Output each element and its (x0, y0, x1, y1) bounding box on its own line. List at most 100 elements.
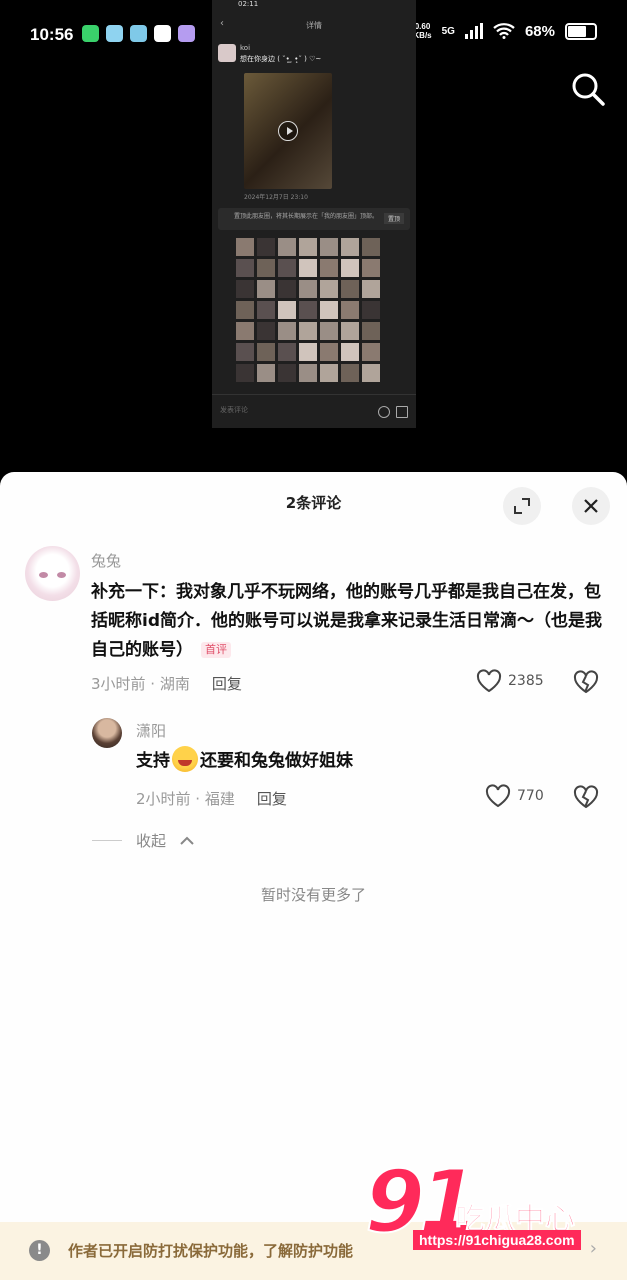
comment-time-location: 3小时前 · 湖南 (91, 675, 190, 693)
embedded-avatar-thumb (278, 343, 296, 361)
warning-icon: ! (29, 1240, 50, 1261)
embedded-avatar-thumb (299, 364, 317, 382)
collapse-label: 收起 (136, 832, 167, 850)
image-icon (396, 406, 408, 418)
wifi-icon (493, 23, 515, 39)
like-count: 2385 (508, 673, 544, 689)
embedded-avatar-thumb (278, 322, 296, 340)
emoji-icon (378, 406, 390, 418)
notification-icons (82, 25, 195, 42)
like-button[interactable]: 2385 (476, 669, 544, 693)
close-icon (584, 499, 598, 513)
embedded-avatar-thumb (362, 301, 380, 319)
embedded-avatar-thumb (278, 280, 296, 298)
embedded-avatar-thumb (341, 343, 359, 361)
net-speed: 0.60 KB/s (413, 22, 432, 40)
comment-author[interactable]: 兔兔 (91, 550, 121, 571)
signal-icon (464, 23, 483, 39)
battery-icon (565, 22, 597, 40)
embedded-avatar-thumb (257, 322, 275, 340)
like-count: 770 (517, 788, 544, 804)
app-notification-icon (154, 25, 171, 42)
embedded-avatar-thumb (362, 280, 380, 298)
embedded-avatar-thumb (257, 238, 275, 256)
divider (92, 840, 122, 841)
embedded-avatar-thumb (257, 343, 275, 361)
collapse-replies-button[interactable]: 收起 (92, 830, 194, 851)
embedded-avatar-thumb (320, 364, 338, 382)
laughing-emoji-icon (172, 746, 198, 772)
embedded-avatar-thumb (299, 301, 317, 319)
embedded-avatar-thumb (341, 280, 359, 298)
battery-percent: 68% (524, 22, 555, 40)
play-icon (278, 121, 298, 141)
embedded-date: 2024年12月7日 23:10 (244, 194, 308, 201)
network-type: 5G (441, 25, 455, 37)
expand-icon (514, 498, 530, 514)
embedded-avatar-thumb (278, 364, 296, 382)
banner-text[interactable]: 作者已开启防打扰保护功能，了解防护功能 (68, 1240, 353, 1261)
embedded-avatar-thumb (299, 238, 317, 256)
comment-meta: 2小时前 · 福建 回复 (136, 788, 287, 809)
comment-author[interactable]: 潇阳 (136, 720, 166, 741)
embedded-message: 想在你身边 ( ˘•̥ ̫ •̥˘ ) ♡~ (240, 55, 322, 63)
watermark-url: https://91chigua28.com (413, 1230, 581, 1250)
post-image[interactable]: 02:11 ‹ 详情 koi 想在你身边 ( ˘•̥ ̫ •̥˘ ) ♡~ 20… (212, 0, 416, 428)
search-icon[interactable] (569, 70, 607, 108)
avatar[interactable] (25, 546, 80, 601)
embedded-avatar-thumb (278, 238, 296, 256)
app-notification-icon (82, 25, 99, 42)
dislike-icon[interactable] (573, 785, 599, 809)
embedded-avatar-thumb (320, 280, 338, 298)
embedded-avatar-thumb (299, 280, 317, 298)
embedded-avatar-thumb (299, 322, 317, 340)
embedded-avatar-thumb (341, 259, 359, 277)
comment-meta: 3小时前 · 湖南 回复 (91, 673, 242, 694)
comment-text: 支持 还要和兔兔做好姐妹 (136, 746, 353, 776)
like-button[interactable]: 770 (485, 784, 544, 808)
chevron-up-icon (180, 836, 194, 845)
embedded-time: 02:11 (238, 0, 259, 8)
avatar[interactable] (92, 718, 122, 748)
embedded-avatar-thumb (236, 238, 254, 256)
embedded-avatar-thumb (236, 259, 254, 277)
comment-sheet: 2条评论 兔兔 补充一下：我对象几乎不玩网络，他的账号几乎都是我自己在发，包括昵… (0, 472, 627, 1280)
embedded-avatar-thumb (341, 364, 359, 382)
embedded-avatar-thumb (257, 259, 275, 277)
embedded-comment-input: 发表评论 (212, 394, 416, 428)
app-notification-icon (178, 25, 195, 42)
embedded-avatar-thumb (320, 322, 338, 340)
embedded-avatar-thumb (362, 364, 380, 382)
embedded-avatar-thumb (236, 301, 254, 319)
embedded-video (244, 73, 332, 189)
app-notification-icon (130, 25, 147, 42)
heart-icon (485, 784, 511, 808)
embedded-avatar-thumb (320, 238, 338, 256)
embedded-avatar-thumb (320, 301, 338, 319)
embedded-avatar-thumb (341, 322, 359, 340)
embedded-username: koi (240, 44, 251, 52)
reply-button[interactable]: 回复 (257, 788, 287, 809)
first-comment-badge: 首评 (201, 642, 231, 658)
embedded-notice: 置顶此朋友圈，将其长期展示在「我的朋友圈」顶部。 置顶 (218, 208, 410, 230)
app-notification-icon (106, 25, 123, 42)
embedded-title: 详情 (306, 21, 322, 30)
expand-button[interactable] (503, 487, 541, 525)
embedded-avatar-thumb (257, 301, 275, 319)
status-time: 10:56 (30, 25, 74, 44)
reply-button[interactable]: 回复 (212, 673, 242, 694)
embedded-avatar-thumb (236, 280, 254, 298)
embedded-avatar-thumb (299, 343, 317, 361)
embedded-pin-button: 置顶 (383, 213, 404, 224)
comment-text: 补充一下：我对象几乎不玩网络，他的账号几乎都是我自己在发，包括昵称id简介．他的… (91, 582, 602, 660)
close-button[interactable] (572, 487, 610, 525)
dislike-icon[interactable] (573, 670, 599, 694)
embedded-avatar-thumb (236, 322, 254, 340)
embedded-avatar-thumb (236, 343, 254, 361)
comment-time-location: 2小时前 · 福建 (136, 790, 235, 808)
embedded-avatar-thumb (320, 259, 338, 277)
embedded-avatar-thumb (299, 259, 317, 277)
embedded-avatar-thumb (362, 238, 380, 256)
embedded-avatar-thumb (362, 259, 380, 277)
embedded-user: koi 想在你身边 ( ˘•̥ ̫ •̥˘ ) ♡~ (218, 44, 321, 64)
